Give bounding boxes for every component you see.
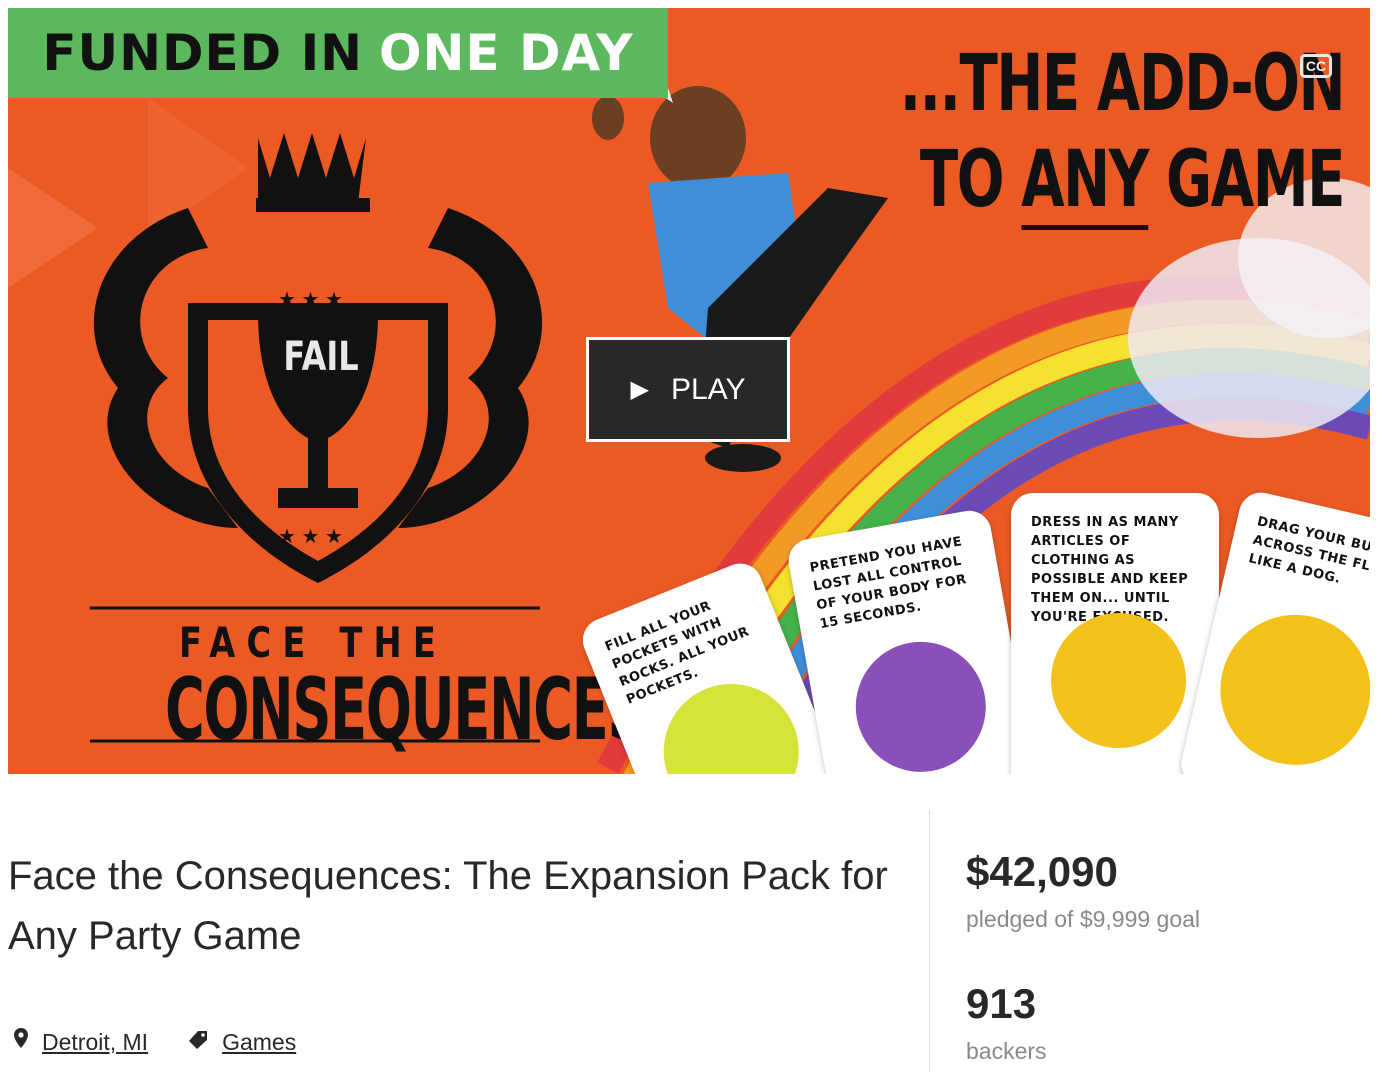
video-headline: ...THE ADD-ON TO ANY GAME	[899, 36, 1346, 230]
card-4-illustration	[1205, 599, 1370, 774]
funded-banner: FUNDED IN ONE DAY	[8, 8, 668, 98]
backers-label: backers	[966, 1038, 1047, 1064]
location-link[interactable]: Detroit, MI	[42, 1029, 148, 1056]
svg-text:★ ★ ★: ★ ★ ★	[278, 289, 343, 311]
funded-banner-highlight: ONE DAY	[379, 24, 634, 82]
logo-line-2: CONSEQUENCES	[164, 660, 647, 760]
headline-line-2-emphasis: ANY	[1021, 135, 1149, 230]
play-button[interactable]: ▶ PLAY	[586, 337, 790, 442]
card-3-illustration	[1051, 613, 1186, 748]
card-3-text: Dress in as many articles of clothing as…	[1031, 515, 1189, 625]
category-link[interactable]: Games	[222, 1029, 296, 1056]
trophy-label: FAIL	[283, 334, 359, 380]
card-2-illustration	[845, 631, 997, 774]
headline-line-2-prefix: TO	[919, 135, 1022, 225]
column-divider	[929, 810, 930, 1072]
funded-banner-text: FUNDED IN	[42, 24, 364, 82]
project-title: Face the Consequences: The Expansion Pac…	[8, 854, 888, 958]
svg-text:★ ★ ★: ★ ★ ★	[278, 526, 343, 548]
headline-line-2-suffix: GAME	[1147, 135, 1346, 225]
project-meta: Detroit, MI Games	[14, 1028, 296, 1056]
pledged-amount: $42,090	[966, 848, 1118, 895]
headline-line-2: TO ANY GAME	[900, 132, 1346, 230]
project-video[interactable]: ★ ★ ★ ★ ★ ★ FUNDED IN ONE DAY ...THE ADD…	[8, 8, 1370, 774]
headline-line-1: ...THE ADD-ON	[899, 39, 1346, 129]
closed-captions-icon[interactable]: CC	[1300, 54, 1332, 78]
tag-icon	[188, 1029, 208, 1056]
play-icon: ▶	[630, 376, 649, 403]
backers-count: 913	[966, 980, 1037, 1027]
card-2-text: Pretend you have lost all control of you…	[808, 534, 968, 633]
game-logo: FACE THE CONSEQUENCES	[78, 618, 647, 760]
play-button-label: PLAY	[670, 372, 746, 406]
map-pin-icon	[14, 1028, 28, 1056]
pledged-goal-label: pledged of $9,999 goal	[966, 906, 1201, 932]
card-4-text: Drag your butt across the floor like a d…	[1247, 514, 1370, 587]
